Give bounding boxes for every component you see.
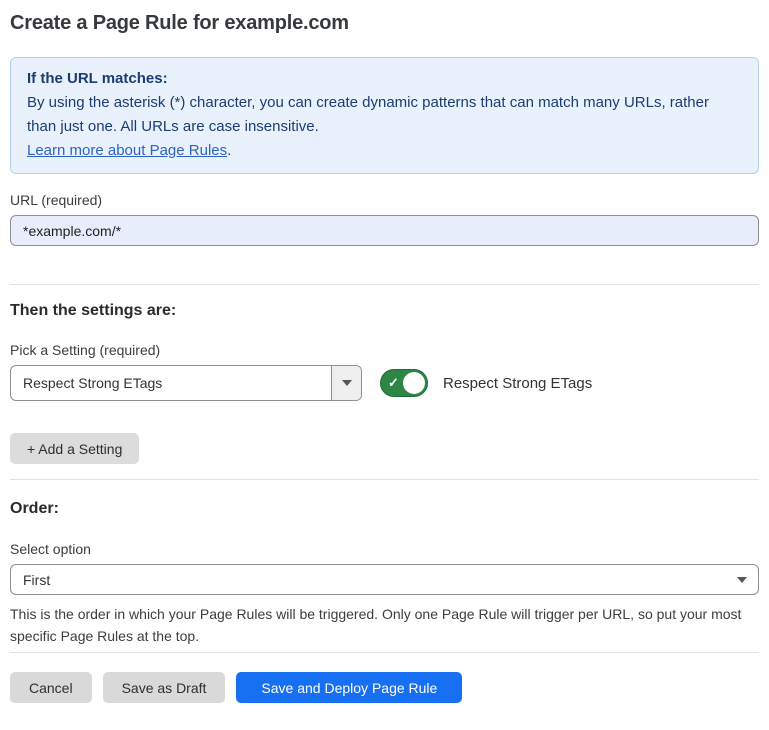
footer-actions: Cancel Save as Draft Save and Deploy Pag… xyxy=(10,672,759,703)
url-field-label: URL (required) xyxy=(10,192,759,208)
checkmark-icon: ✓ xyxy=(388,376,399,389)
chevron-down-icon xyxy=(737,577,747,583)
section-divider xyxy=(10,479,759,480)
setting-dropdown-arrow-button[interactable] xyxy=(331,366,361,400)
order-section-heading: Order: xyxy=(10,500,759,518)
order-help-text: This is the order in which your Page Rul… xyxy=(10,603,756,647)
save-as-draft-button[interactable]: Save as Draft xyxy=(103,672,226,703)
page-title: Create a Page Rule for example.com xyxy=(10,12,759,35)
info-box-heading: If the URL matches: xyxy=(27,67,742,91)
order-select-label: Select option xyxy=(10,541,759,557)
url-input[interactable] xyxy=(10,215,759,246)
setting-toggle-group: ✓ Respect Strong ETags xyxy=(380,369,592,397)
setting-toggle[interactable]: ✓ xyxy=(380,369,428,397)
learn-more-link[interactable]: Learn more about Page Rules xyxy=(27,142,227,159)
cancel-button[interactable]: Cancel xyxy=(10,672,92,703)
settings-section-heading: Then the settings are: xyxy=(10,302,759,320)
toggle-knob xyxy=(403,372,425,394)
order-select[interactable]: First xyxy=(10,564,759,595)
setting-toggle-label: Respect Strong ETags xyxy=(443,375,592,392)
add-setting-button[interactable]: + Add a Setting xyxy=(10,433,139,464)
setting-dropdown-value: Respect Strong ETags xyxy=(11,366,331,400)
page-rule-form: Create a Page Rule for example.com If th… xyxy=(0,12,769,703)
chevron-down-icon xyxy=(342,380,352,386)
info-box-link-line: Learn more about Page Rules. xyxy=(27,139,742,163)
section-divider xyxy=(10,284,759,285)
info-box-body: By using the asterisk (*) character, you… xyxy=(27,91,742,139)
footer-divider xyxy=(10,652,759,653)
url-match-info-box: If the URL matches: By using the asteris… xyxy=(10,57,759,174)
link-period: . xyxy=(227,142,231,159)
setting-row: Respect Strong ETags ✓ Respect Strong ET… xyxy=(10,365,759,401)
setting-dropdown[interactable]: Respect Strong ETags xyxy=(10,365,362,401)
order-select-value: First xyxy=(23,572,50,588)
pick-setting-label: Pick a Setting (required) xyxy=(10,342,759,358)
save-and-deploy-button[interactable]: Save and Deploy Page Rule xyxy=(236,672,462,703)
